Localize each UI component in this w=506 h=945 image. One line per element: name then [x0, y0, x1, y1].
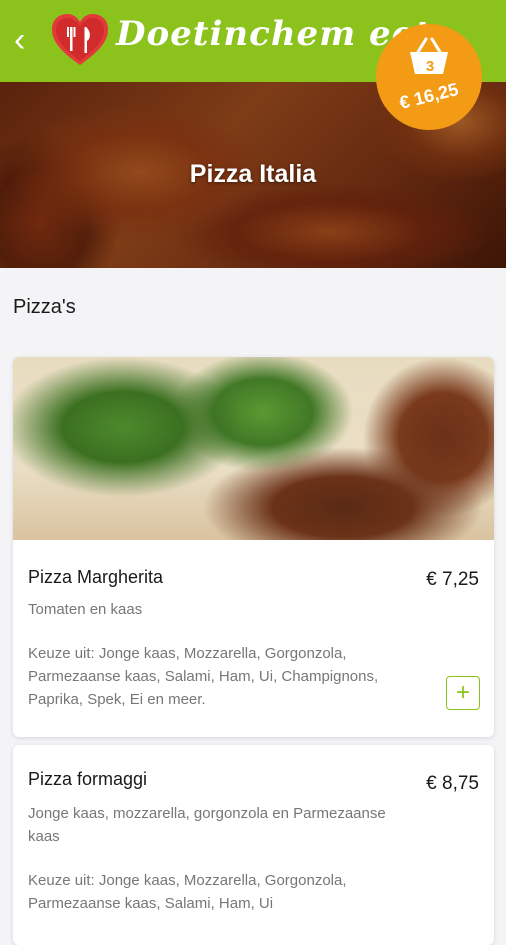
cart-count: 3 — [425, 58, 435, 75]
cart-total: € 16,25 — [397, 79, 461, 113]
menu-item-card[interactable]: Pizza formaggi € 8,75 Jonge kaas, mozzar… — [13, 745, 494, 945]
item-options: Keuze uit: Jonge kaas, Mozzarella, Gorgo… — [28, 645, 379, 708]
menu-item-card[interactable]: Pizza Margherita € 7,25 Tomaten en kaas … — [13, 357, 494, 737]
pizza-image — [13, 357, 494, 540]
item-options: Keuze uit: Jonge kaas, Mozzarella, Gorgo… — [28, 872, 347, 912]
item-price: € 7,25 — [426, 569, 479, 590]
back-button[interactable]: ‹ — [14, 20, 40, 60]
item-price: € 8,75 — [426, 773, 479, 794]
cart-button[interactable]: 3 € 16,25 — [376, 24, 482, 130]
item-description: Tomaten en kaas — [28, 601, 143, 618]
restaurant-name: Pizza Italia — [189, 160, 317, 188]
category-title: Pizza's — [13, 296, 76, 318]
add-to-cart-button[interactable]: + — [446, 676, 480, 710]
heart-fork-knife-icon — [52, 14, 108, 65]
item-description: Jonge kaas, mozzarella, gorgonzola en Pa… — [28, 805, 386, 845]
item-name: Pizza Margherita — [28, 567, 164, 587]
chevron-left-icon: ‹ — [14, 21, 26, 59]
item-name: Pizza formaggi — [28, 769, 148, 789]
